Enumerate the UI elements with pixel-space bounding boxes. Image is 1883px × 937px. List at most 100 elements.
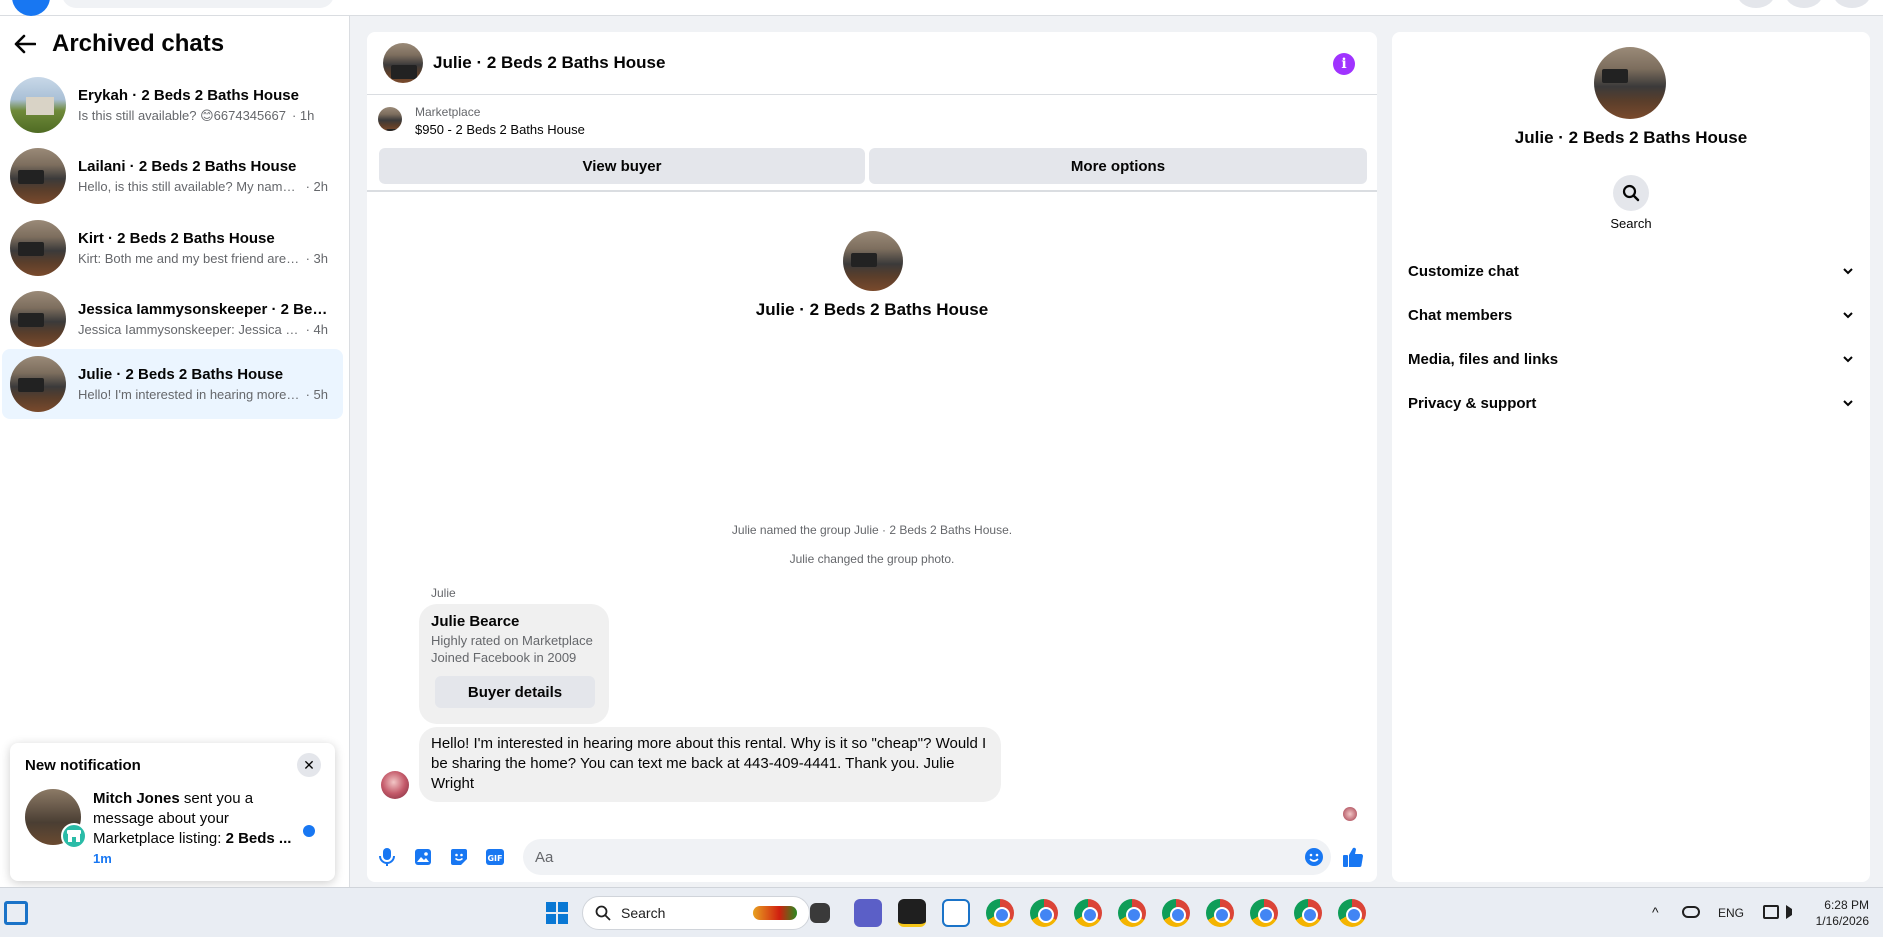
svg-text:GIF: GIF bbox=[487, 854, 502, 863]
close-icon[interactable]: ✕ bbox=[297, 753, 321, 777]
conversation-header-title[interactable]: Julie · 2 Beds 2 Baths House bbox=[433, 53, 665, 73]
chat-avatar bbox=[10, 220, 66, 276]
privacy-support-section[interactable]: Privacy & support bbox=[1400, 383, 1862, 423]
account-avatar[interactable] bbox=[1833, 0, 1871, 8]
buyer-card: Julie Bearce Highly rated on Marketplace… bbox=[419, 604, 609, 724]
section-label: Customize chat bbox=[1408, 262, 1519, 280]
clock-time: 6:28 PM bbox=[1824, 898, 1869, 912]
network-icon[interactable] bbox=[1763, 905, 1779, 919]
message-input[interactable] bbox=[523, 839, 1331, 875]
chat-time: · 4h bbox=[305, 322, 328, 337]
system-clock[interactable]: 6:28 PM 1/16/2026 bbox=[1816, 897, 1869, 929]
chat-name: Lailani · 2 Beds 2 Baths House bbox=[78, 158, 297, 175]
chat-avatar bbox=[10, 291, 66, 347]
search-label: Search bbox=[1610, 216, 1652, 231]
media-files-links-section[interactable]: Media, files and links bbox=[1400, 339, 1862, 379]
message-composer: GIF bbox=[367, 832, 1377, 882]
chrome-icon[interactable] bbox=[1118, 899, 1146, 927]
search-icon[interactable] bbox=[1613, 175, 1649, 211]
top-navigation-bar bbox=[0, 0, 1883, 16]
chrome-icon[interactable] bbox=[1206, 899, 1234, 927]
chat-list-item[interactable]: Jessica Iammysonskeeper · 2 Beds ... Jes… bbox=[2, 284, 343, 354]
customize-chat-section[interactable]: Customize chat bbox=[1400, 251, 1862, 291]
gif-icon[interactable]: GIF bbox=[483, 845, 507, 869]
teams-icon[interactable] bbox=[854, 899, 882, 927]
new-notification-popup[interactable]: New notification ✕ Mitch Jones sent you … bbox=[10, 743, 335, 881]
message-sender: Julie bbox=[431, 586, 456, 600]
microphone-icon[interactable] bbox=[375, 845, 399, 869]
section-label: Chat members bbox=[1408, 306, 1513, 324]
menu-icon[interactable] bbox=[1737, 0, 1775, 8]
info-avatar bbox=[1594, 47, 1666, 119]
sidebar-title: Archived chats bbox=[52, 30, 225, 57]
notification-title: New notification bbox=[25, 757, 141, 774]
chat-preview: Is this still available? 😊6674345667 bbox=[78, 107, 286, 123]
sticker-icon[interactable] bbox=[447, 845, 471, 869]
listing-thumbnail bbox=[378, 107, 402, 131]
language-indicator[interactable]: ENG bbox=[1718, 906, 1744, 920]
facebook-logo-icon[interactable] bbox=[12, 0, 50, 16]
emoji-icon[interactable] bbox=[1302, 845, 1326, 869]
taskbar-search[interactable]: Search bbox=[582, 896, 810, 930]
chrome-icon[interactable] bbox=[986, 899, 1014, 927]
conversation-group-avatar bbox=[843, 231, 903, 291]
chrome-icon[interactable] bbox=[1162, 899, 1190, 927]
system-message: Julie named the group Julie · 2 Beds 2 B… bbox=[731, 523, 1013, 537]
chat-preview: Jessica Iammysonskeeper: Jessica Ma... bbox=[78, 322, 300, 337]
thumbs-up-icon[interactable] bbox=[1341, 845, 1365, 869]
chat-list-item[interactable]: Lailani · 2 Beds 2 Baths House Hello, is… bbox=[2, 141, 343, 211]
volume-icon[interactable] bbox=[1786, 905, 1798, 919]
buyer-details-button[interactable]: Buyer details bbox=[435, 676, 595, 708]
sidebar-header: Archived chats bbox=[12, 30, 224, 58]
notification-time: 1m bbox=[93, 851, 112, 866]
chat-preview: Kirt: Both me and my best friend are d..… bbox=[78, 251, 300, 266]
chat-list-item[interactable]: Kirt · 2 Beds 2 Baths House Kirt: Both m… bbox=[2, 213, 343, 283]
view-buyer-button[interactable]: View buyer bbox=[379, 148, 865, 184]
photo-icon[interactable] bbox=[411, 845, 435, 869]
widgets-icon[interactable] bbox=[4, 901, 28, 925]
chrome-icon[interactable] bbox=[1030, 899, 1058, 927]
chrome-icon[interactable] bbox=[1250, 899, 1278, 927]
more-options-button[interactable]: More options bbox=[869, 148, 1367, 184]
info-icon[interactable]: i bbox=[1333, 53, 1355, 75]
chat-name: Jessica Iammysonskeeper · 2 Beds ... bbox=[78, 301, 328, 318]
notification-listing: 2 Beds ... bbox=[225, 830, 292, 847]
conversation-panel: Julie · 2 Beds 2 Baths House i Marketpla… bbox=[367, 32, 1377, 882]
windows-start-icon[interactable] bbox=[546, 902, 568, 924]
message-bubble[interactable]: Hello! I'm interested in hearing more ab… bbox=[419, 727, 1001, 802]
notifications-icon[interactable] bbox=[1785, 0, 1823, 8]
chat-avatar bbox=[10, 148, 66, 204]
chevron-down-icon bbox=[1843, 356, 1853, 363]
sticky-notes-icon[interactable] bbox=[898, 899, 926, 927]
chat-name: Erykah · 2 Beds 2 Baths House bbox=[78, 86, 299, 104]
chrome-icon[interactable] bbox=[1294, 899, 1322, 927]
chat-avatar bbox=[10, 356, 66, 412]
chat-list-item[interactable]: Erykah · 2 Beds 2 Baths House Is this st… bbox=[2, 70, 343, 140]
chrome-icon[interactable] bbox=[1338, 899, 1366, 927]
back-arrow-icon[interactable] bbox=[12, 31, 38, 57]
clock-date: 1/16/2026 bbox=[1815, 914, 1869, 928]
snipping-tool-icon[interactable] bbox=[942, 899, 970, 927]
conversation-avatar[interactable] bbox=[383, 43, 423, 83]
windows-taskbar: Search ^ ENG 6:28 PM 1/16/2026 bbox=[0, 887, 1883, 937]
cloud-offline-icon[interactable] bbox=[1682, 906, 1700, 918]
chat-time: · 1h bbox=[291, 107, 315, 123]
task-view-icon[interactable] bbox=[810, 903, 830, 923]
conversation-header: Julie · 2 Beds 2 Baths House i bbox=[367, 32, 1377, 95]
listing-title[interactable]: $950 - 2 Beds 2 Baths House bbox=[415, 122, 585, 137]
chat-avatar bbox=[10, 77, 66, 133]
top-search-field[interactable] bbox=[62, 0, 334, 8]
chevron-down-icon bbox=[1843, 400, 1853, 407]
tray-chevron-icon[interactable]: ^ bbox=[1652, 904, 1659, 920]
conversation-title: Julie · 2 Beds 2 Baths House bbox=[755, 300, 989, 319]
buyer-rating: Highly rated on Marketplace bbox=[431, 633, 593, 648]
sender-avatar[interactable] bbox=[381, 771, 409, 799]
buyer-name: Julie Bearce bbox=[431, 613, 520, 630]
chevron-down-icon bbox=[1843, 268, 1853, 275]
section-label: Privacy & support bbox=[1408, 394, 1537, 412]
chat-list-item-active[interactable]: Julie · 2 Beds 2 Baths House Hello! I'm … bbox=[2, 349, 343, 419]
chrome-icon[interactable] bbox=[1074, 899, 1102, 927]
chat-members-section[interactable]: Chat members bbox=[1400, 295, 1862, 335]
info-name: Julie · 2 Beds 2 Baths House bbox=[1514, 128, 1748, 147]
chat-name: Kirt · 2 Beds 2 Baths House bbox=[78, 230, 275, 247]
